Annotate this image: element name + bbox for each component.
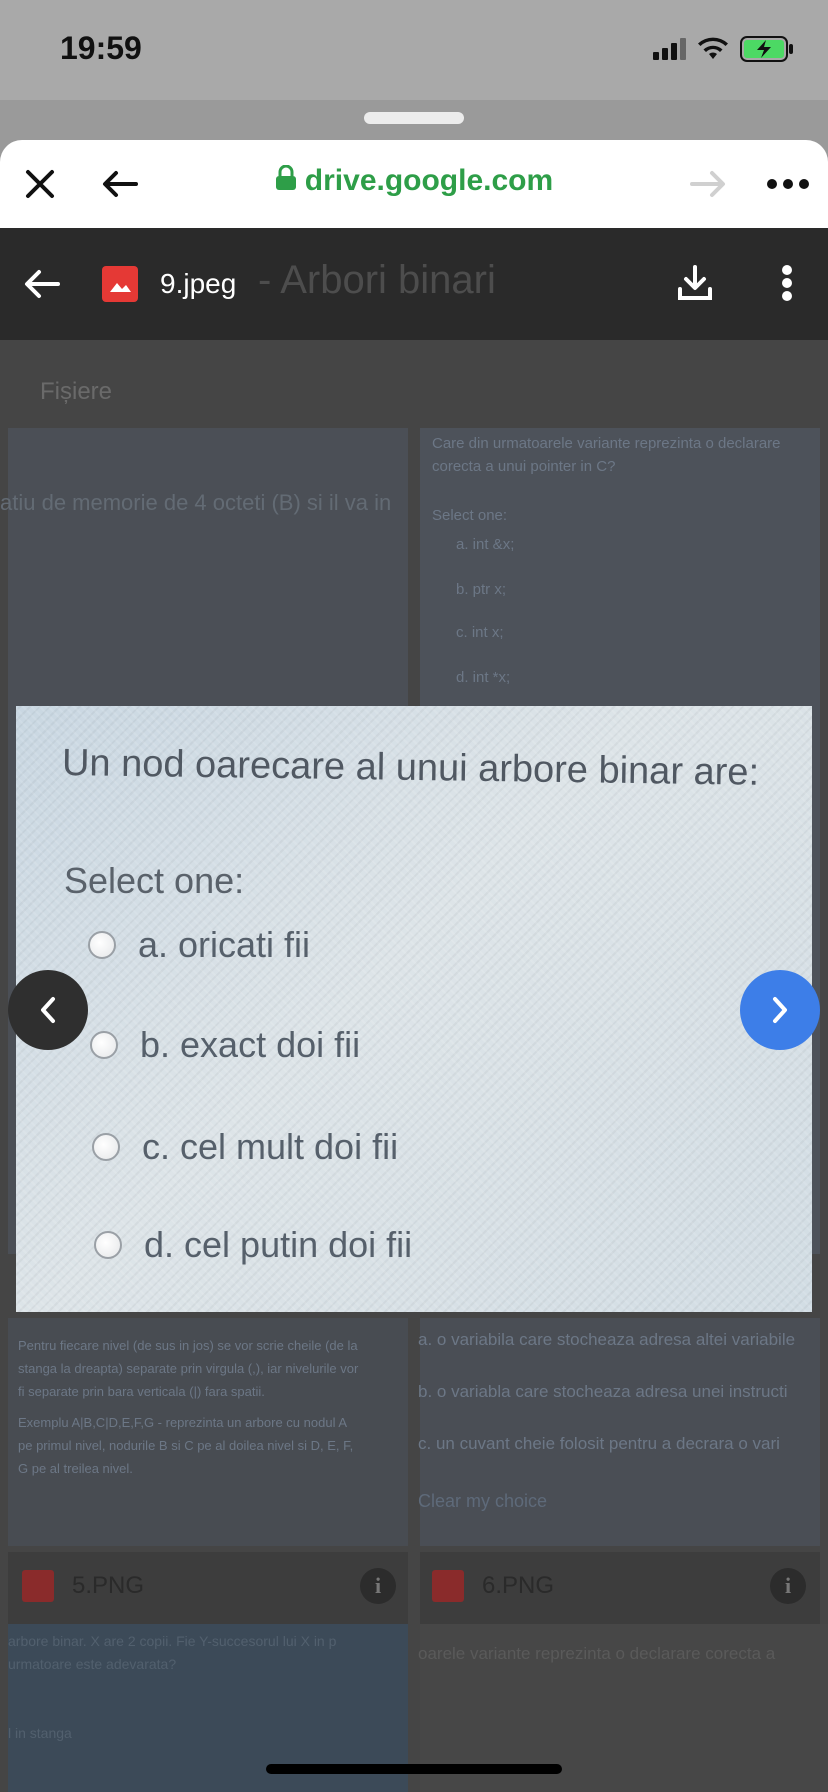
- instruction-line: stanga la dreapta) separate prin virgula…: [18, 1361, 359, 1376]
- preview-line: urmatoare este adevarata?: [8, 1656, 177, 1672]
- photo-option-a: a. oricati fii: [88, 924, 310, 966]
- preview-line: arbore binar. X are 2 copii. Fie Y-succe…: [8, 1633, 337, 1649]
- clear-choice-link: Clear my choice: [418, 1491, 548, 1511]
- option-text: a. oricati fii: [138, 924, 311, 965]
- status-time: 19:59: [60, 30, 142, 66]
- viewer-header: - Arbori binari 9.jpeg: [0, 228, 828, 340]
- thumbnail-label-6: 6.PNG: [482, 1572, 555, 1599]
- wifi-icon: [698, 37, 728, 59]
- photo-option-d: d. cel putin doi fii: [94, 1224, 412, 1266]
- option-text: b. exact doi fii: [140, 1024, 361, 1065]
- background-right-question: Care din urmatoarele variante reprezinta…: [432, 435, 781, 475]
- option-text: c. cel mult doi fii: [142, 1126, 399, 1167]
- answer-line: c. un cuvant cheie folosit pentru a decr…: [418, 1434, 780, 1453]
- info-icon[interactable]: i: [360, 1568, 396, 1604]
- image-file-icon: [22, 1570, 54, 1602]
- instruction-line: fi separate prin bara verticala (|) fara…: [18, 1384, 265, 1399]
- instruction-line: Pentru fiecare nivel (de sus in jos) se …: [18, 1338, 358, 1353]
- status-bar: 19:59: [0, 0, 828, 100]
- photo-texture: [16, 706, 812, 1312]
- lock-icon: [275, 164, 297, 199]
- preview-line: l in stanga: [8, 1725, 72, 1741]
- status-icons: [653, 36, 794, 62]
- more-vertical-icon[interactable]: [770, 258, 804, 308]
- background-option-d: d. int *x;: [456, 669, 511, 686]
- radio-icon: [90, 1031, 118, 1059]
- answer-line: a. o variabila care stocheaza adresa alt…: [418, 1330, 796, 1349]
- answer-line: b. o variabla care stocheaza adresa unei…: [418, 1382, 788, 1401]
- info-icon[interactable]: i: [770, 1568, 806, 1604]
- url-text: drive.google.com: [304, 164, 554, 197]
- download-icon[interactable]: [672, 260, 718, 306]
- thumbnail-label-5: 5.PNG: [72, 1572, 145, 1599]
- radio-icon: [92, 1133, 120, 1161]
- background-option-a: a. int &x;: [456, 536, 515, 553]
- home-indicator[interactable]: [266, 1764, 562, 1774]
- more-icon[interactable]: [764, 162, 812, 206]
- background-left-snippet: atiu de memorie de 4 octeti (B) si il va…: [0, 490, 392, 515]
- preview-5-text: arbore binar. X are 2 copii. Fie Y-succe…: [8, 1630, 408, 1745]
- previous-file-button[interactable]: [8, 970, 88, 1050]
- background-document-title: - Arbori binari: [258, 258, 496, 302]
- screen: 19:59 drive.google.com - Arbori binari 9…: [0, 0, 828, 1792]
- battery-charging-icon: [740, 36, 793, 62]
- instruction-line: G pe al treilea nivel.: [18, 1461, 133, 1476]
- instruction-line: Exemplu A|B,C|D,E,F,G - reprezinta un ar…: [18, 1415, 348, 1430]
- instruction-line: pe primul nivel, nodurile B si C pe al d…: [18, 1438, 354, 1453]
- browser-toolbar: drive.google.com: [0, 140, 828, 228]
- background-right-select: Select one:: [432, 507, 508, 524]
- file-name: 9.jpeg: [160, 268, 237, 299]
- background-option-b: b. ptr x;: [456, 581, 507, 598]
- radio-icon: [88, 931, 116, 959]
- option-text: d. cel putin doi fii: [144, 1224, 413, 1265]
- files-label: Fișiere: [40, 378, 113, 405]
- radio-icon: [94, 1231, 122, 1259]
- chevron-left-icon: [41, 997, 55, 1023]
- image-file-icon: [102, 266, 138, 302]
- forward-arrow-icon[interactable]: [686, 162, 730, 206]
- background-option-c: c. int x;: [456, 624, 504, 641]
- preview-6-text: oarele variante reprezinta o declarare c…: [418, 1644, 776, 1663]
- photo-option-c: c. cel mult doi fii: [92, 1126, 398, 1168]
- background-instructions: Pentru fiecare nivel (de sus in jos) se …: [18, 1334, 398, 1480]
- viewer-back-icon[interactable]: [20, 262, 64, 306]
- background-answer-list: a. o variabila care stocheaza adresa alt…: [418, 1328, 828, 1484]
- photo-select-label: Select one:: [64, 860, 245, 901]
- chevron-right-icon: [773, 997, 787, 1023]
- photo-image: Un nod oarecare al unui arbore binar are…: [16, 706, 812, 1312]
- image-file-icon: [432, 1570, 464, 1602]
- next-file-button[interactable]: [740, 970, 820, 1050]
- sheet-grabber[interactable]: [364, 112, 464, 124]
- photo-option-b: b. exact doi fii: [90, 1024, 360, 1066]
- cellular-signal-icon: [653, 38, 686, 60]
